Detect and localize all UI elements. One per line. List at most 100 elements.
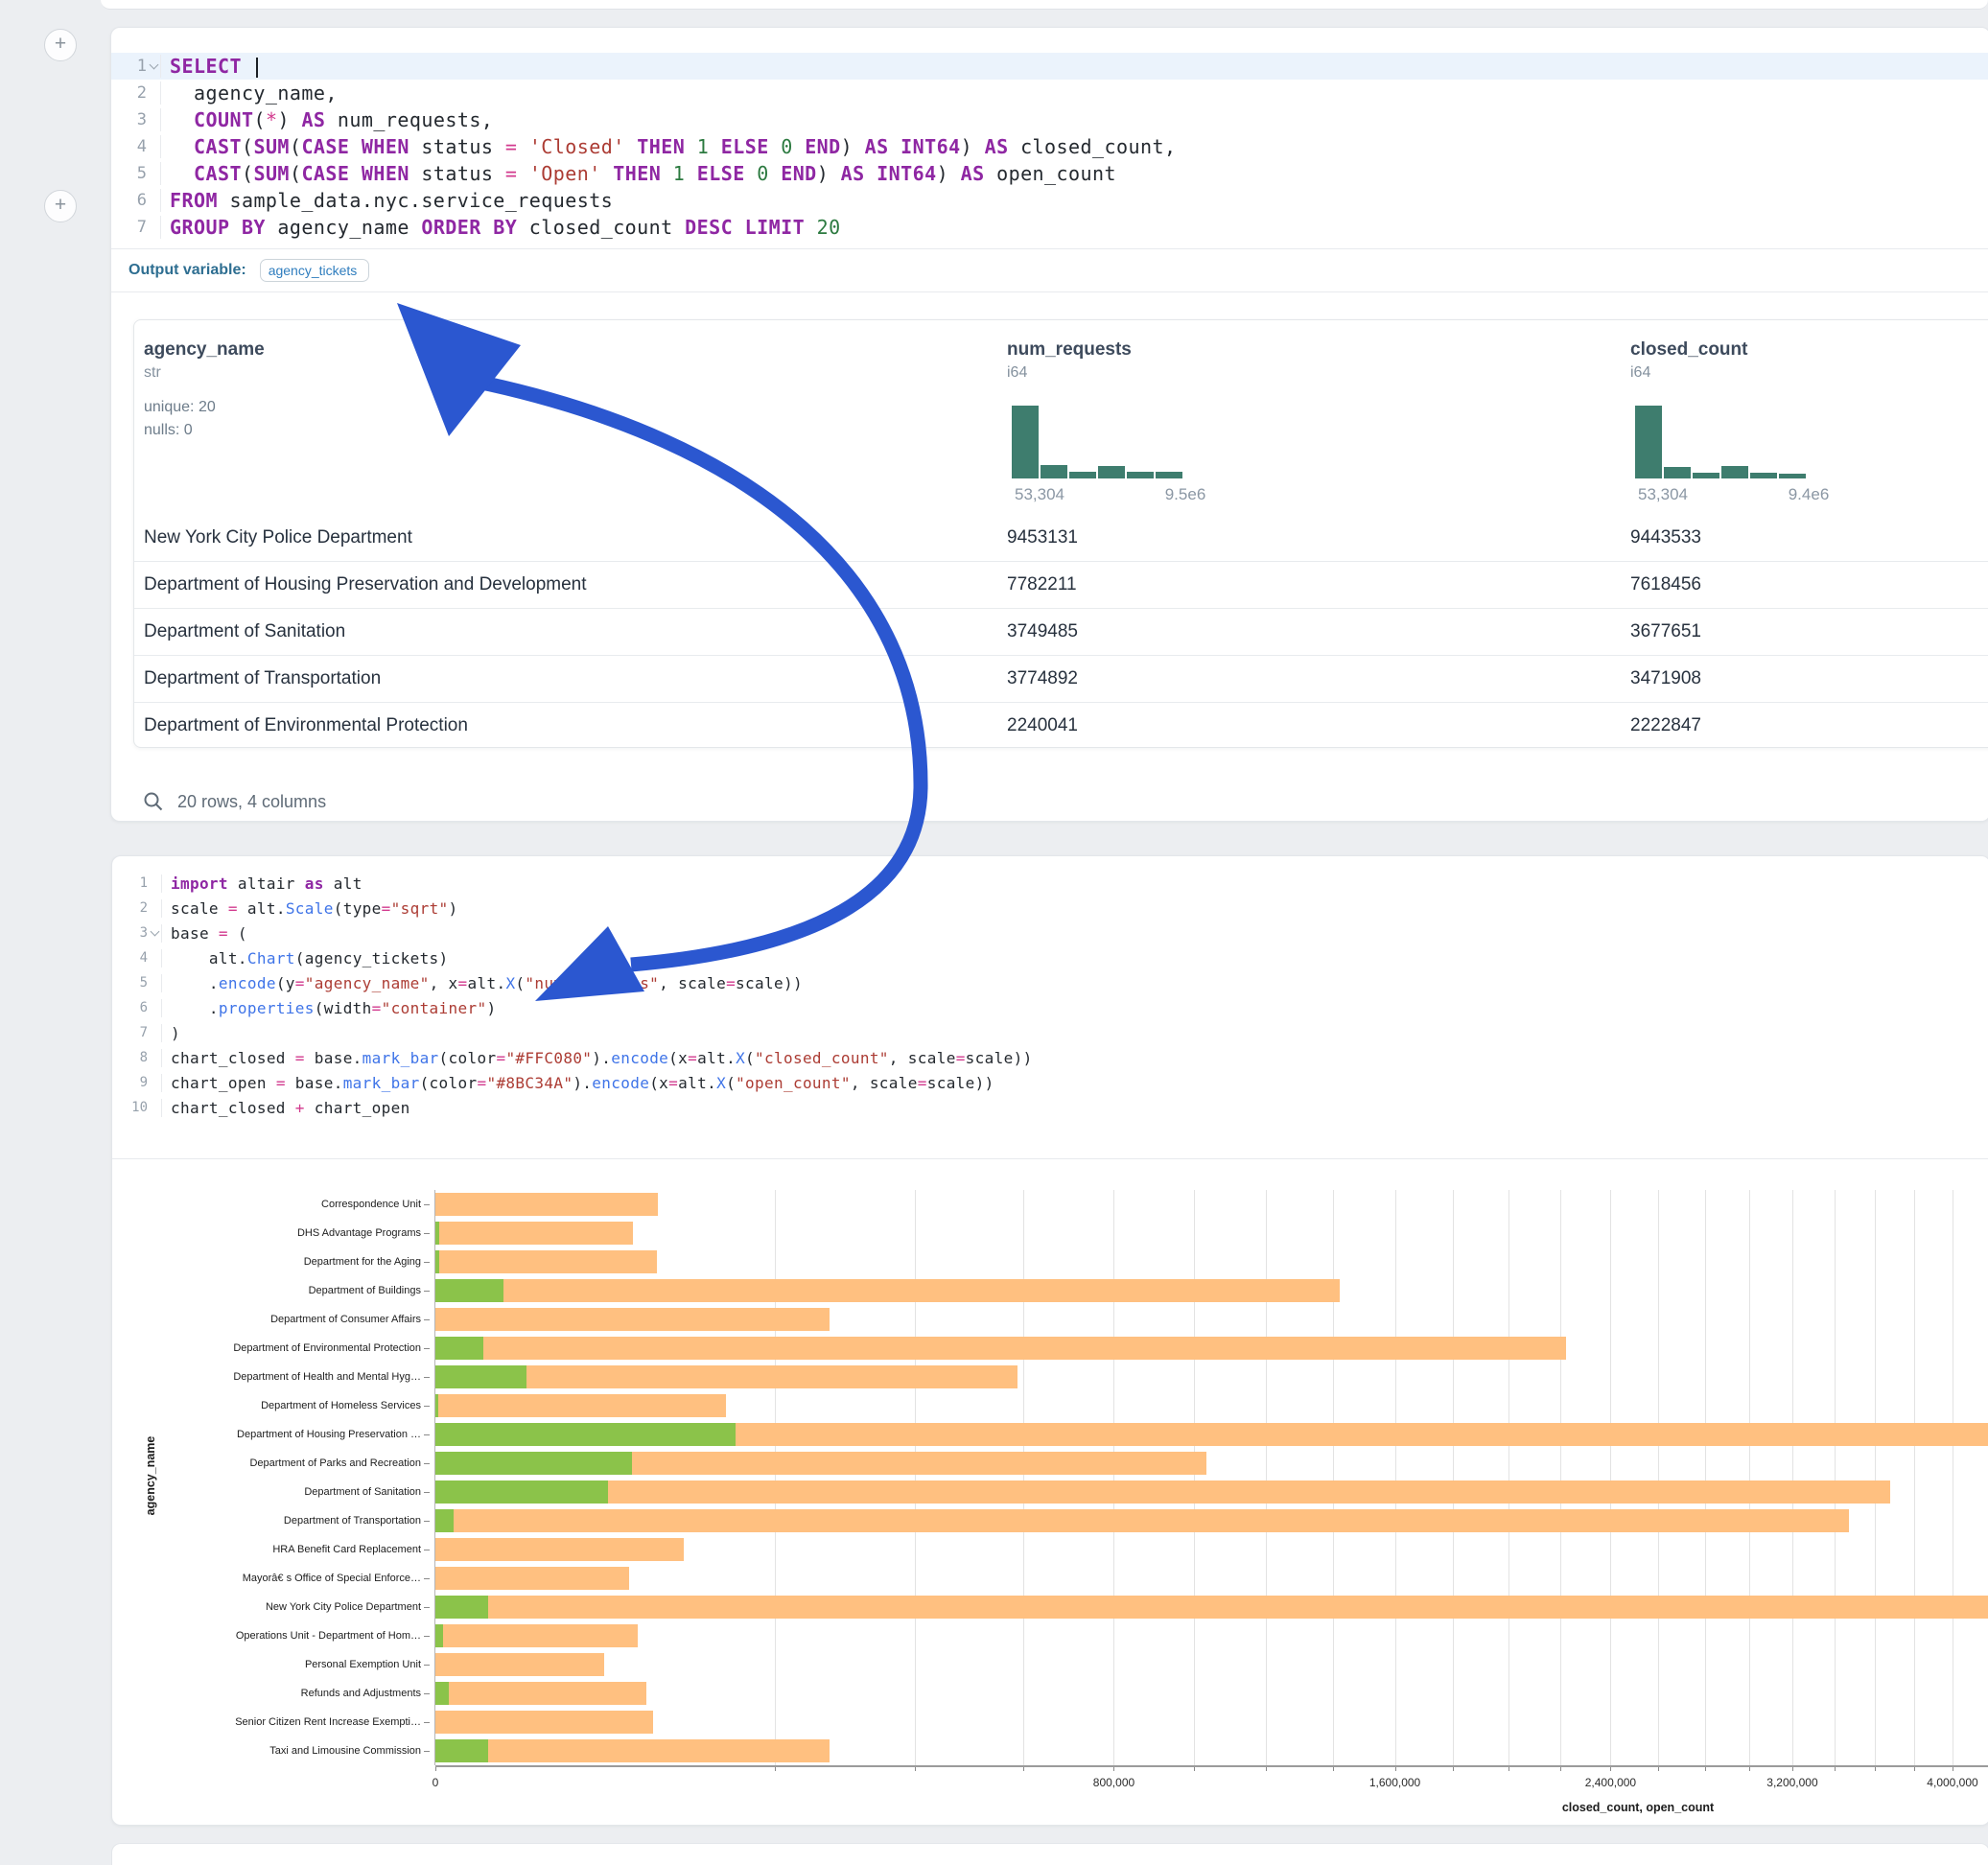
code-line: 4 CAST(SUM(CASE WHEN status = 'Closed' T… — [111, 133, 1988, 160]
y-axis-tick — [424, 1463, 430, 1464]
code-text: import altair as alt — [161, 874, 1988, 893]
column-type: str — [144, 364, 161, 382]
bar-open-count[interactable] — [435, 1596, 488, 1619]
histogram-bar — [1098, 466, 1125, 478]
bar-open-count[interactable] — [435, 1509, 454, 1532]
column-header[interactable]: num_requests — [1007, 339, 1132, 361]
bar-closed-count[interactable] — [435, 1682, 646, 1705]
line-number: 7 — [111, 218, 147, 237]
code-line: 5 .encode(y="agency_name", x=alt.X("num_… — [112, 970, 1988, 995]
table-cell: 2222847 — [1630, 703, 1701, 748]
code-text: base = ( — [161, 924, 1988, 943]
gridline — [1705, 1190, 1706, 1765]
code-text: .properties(width="container") — [161, 999, 1988, 1017]
bar-closed-count[interactable] — [435, 1279, 1340, 1302]
table-cell: 2240041 — [1007, 703, 1078, 748]
gridline — [1875, 1190, 1876, 1765]
next-cell-edge[interactable] — [111, 1843, 1988, 1865]
bar-closed-count[interactable] — [435, 1711, 653, 1734]
bar-open-count[interactable] — [435, 1682, 449, 1705]
table-row[interactable]: Department of Sanitation37494853677651 — [134, 608, 1988, 655]
code-line: 7GROUP BY agency_name ORDER BY closed_co… — [111, 214, 1988, 241]
bar-closed-count[interactable] — [435, 1337, 1566, 1360]
python-code-editor[interactable]: 1import altair as alt2scale = alt.Scale(… — [112, 856, 1988, 1159]
y-axis-label: Personal Exemption Unit — [112, 1650, 421, 1679]
bar-closed-count[interactable] — [435, 1624, 638, 1647]
table-row[interactable]: Department of Housing Preservation and D… — [134, 561, 1988, 608]
code-line: 1SELECT — [111, 53, 1988, 80]
y-axis-tick — [424, 1665, 430, 1666]
bar-open-count[interactable] — [435, 1250, 439, 1273]
x-axis-title: closed_count, open_count — [1562, 1801, 1714, 1814]
column-stats: unique: 20 — [144, 399, 216, 416]
bar-open-count[interactable] — [435, 1365, 526, 1388]
table-cell: 9443533 — [1630, 515, 1701, 561]
y-axis-tick — [424, 1204, 430, 1205]
column-header[interactable]: closed_count — [1630, 339, 1747, 361]
bar-closed-count[interactable] — [435, 1394, 726, 1417]
search-icon[interactable] — [143, 791, 164, 812]
bar-open-count[interactable] — [435, 1222, 439, 1245]
y-axis-label: DHS Advantage Programs — [112, 1219, 421, 1247]
table-cell: Department of Sanitation — [144, 609, 345, 655]
bar-closed-count[interactable] — [435, 1222, 633, 1245]
code-line: 9chart_open = base.mark_bar(color="#8BC3… — [112, 1070, 1988, 1095]
bar-open-count[interactable] — [435, 1452, 632, 1475]
previous-cell-edge — [101, 0, 1988, 10]
bar-closed-count[interactable] — [435, 1653, 604, 1676]
code-line: 2 agency_name, — [111, 80, 1988, 106]
table-cell: 3749485 — [1007, 609, 1078, 655]
bar-closed-count[interactable] — [435, 1193, 658, 1216]
y-axis-tick — [424, 1406, 430, 1407]
bar-closed-count[interactable] — [435, 1250, 657, 1273]
histogram-bar — [1069, 472, 1096, 478]
y-axis-label: New York City Police Department — [112, 1593, 421, 1621]
sql-code-editor[interactable]: 1SELECT 2 agency_name,3 COUNT(*) AS num_… — [111, 28, 1988, 248]
add-cell-button[interactable]: + — [44, 29, 77, 61]
line-number: 10 — [112, 1100, 148, 1115]
bar-closed-count[interactable] — [435, 1308, 830, 1331]
column-header[interactable]: agency_name — [144, 339, 265, 361]
output-variable-input[interactable]: agency_tickets — [260, 259, 369, 282]
bar-open-count[interactable] — [435, 1394, 438, 1417]
bar-closed-count[interactable] — [435, 1538, 684, 1561]
bar-closed-count[interactable] — [435, 1739, 830, 1762]
text-cursor — [256, 58, 258, 78]
gridline — [1914, 1190, 1915, 1765]
bar-closed-count[interactable] — [435, 1596, 1988, 1619]
gridline — [1266, 1190, 1267, 1765]
gridline — [1560, 1190, 1561, 1765]
histogram-bar — [1012, 406, 1039, 478]
bar-closed-count[interactable] — [435, 1509, 1849, 1532]
code-text: agency_name, — [160, 82, 1988, 105]
table-row[interactable]: Department of Environmental Protection22… — [134, 702, 1988, 748]
result-table[interactable]: agency_namestrunique: 20nulls: 0num_requ… — [133, 319, 1988, 748]
bar-open-count[interactable] — [435, 1337, 483, 1360]
y-axis-label: Department of Sanitation — [112, 1478, 421, 1506]
gridline — [1453, 1190, 1454, 1765]
bar-closed-count[interactable] — [435, 1480, 1890, 1504]
table-row[interactable]: Department of Transportation377489234719… — [134, 655, 1988, 702]
bar-open-count[interactable] — [435, 1423, 736, 1446]
column-type: i64 — [1007, 364, 1027, 382]
code-text: CAST(SUM(CASE WHEN status = 'Open' THEN … — [160, 162, 1988, 185]
histogram-bar — [1664, 467, 1691, 478]
code-line: 3 COUNT(*) AS num_requests, — [111, 106, 1988, 133]
line-number: 3 — [112, 925, 148, 941]
bar-closed-count[interactable] — [435, 1567, 629, 1590]
add-cell-button[interactable]: + — [44, 190, 77, 222]
table-row[interactable]: New York City Police Department945313194… — [134, 515, 1988, 561]
gridline — [1395, 1190, 1396, 1765]
y-axis-tick — [424, 1693, 430, 1694]
bar-open-count[interactable] — [435, 1279, 503, 1302]
x-axis-tick-label: 800,000 — [1093, 1776, 1134, 1789]
bar-open-count[interactable] — [435, 1739, 488, 1762]
gridline — [775, 1190, 776, 1765]
bar-open-count[interactable] — [435, 1480, 608, 1504]
bar-open-count[interactable] — [435, 1624, 443, 1647]
code-text: FROM sample_data.nyc.service_requests — [160, 189, 1988, 212]
code-text: CAST(SUM(CASE WHEN status = 'Closed' THE… — [160, 135, 1988, 158]
output-variable-label: Output variable: — [129, 262, 246, 279]
y-axis-label: Operations Unit - Department of Hom… — [112, 1621, 421, 1650]
code-text: COUNT(*) AS num_requests, — [160, 108, 1988, 131]
